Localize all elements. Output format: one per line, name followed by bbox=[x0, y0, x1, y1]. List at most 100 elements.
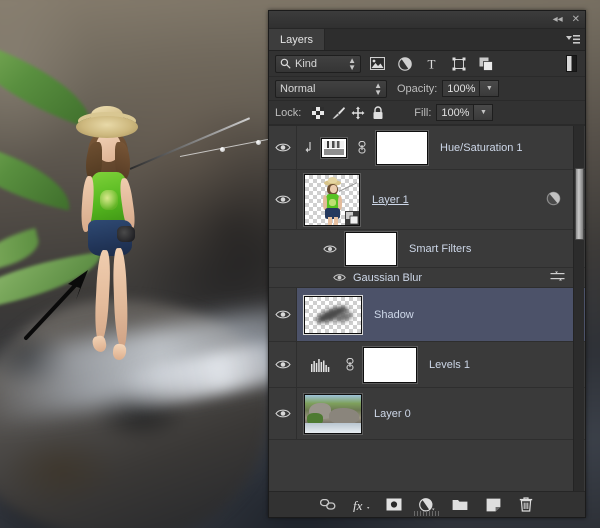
filter-shape-layers[interactable] bbox=[448, 54, 469, 74]
trash-icon bbox=[519, 497, 533, 512]
lock-position[interactable] bbox=[348, 103, 368, 123]
filter-adjustment-layers[interactable] bbox=[394, 54, 415, 74]
panel-menu-icon[interactable] bbox=[561, 29, 585, 50]
eye-icon bbox=[274, 310, 291, 319]
blend-mode-value: Normal bbox=[280, 82, 316, 95]
link-layers-button[interactable] bbox=[319, 496, 337, 514]
adjustment-circle-icon bbox=[397, 56, 412, 71]
scrollbar-thumb[interactable] bbox=[575, 168, 584, 240]
move-icon bbox=[351, 106, 365, 119]
filter-pixel-layers[interactable] bbox=[367, 54, 388, 74]
layer-thumbnail[interactable] bbox=[304, 295, 362, 334]
lock-transparent-pixels[interactable] bbox=[308, 103, 328, 123]
filter-smart-objects[interactable] bbox=[475, 54, 496, 74]
blend-mode-select[interactable]: Normal ▲ ▼ bbox=[275, 79, 387, 98]
layers-panel: ◂◂ ✕ Layers Kind ▲ ▼ T Normal ▲ ▼ Opacit… bbox=[268, 10, 586, 518]
opacity-slider-arrow[interactable]: ▼ bbox=[480, 80, 500, 97]
lock-image-pixels[interactable] bbox=[328, 103, 348, 123]
adjustment-circle-icon bbox=[419, 497, 435, 512]
chevron-updown-icon: ▲ ▼ bbox=[348, 55, 356, 72]
filter-settings-icon[interactable] bbox=[550, 270, 565, 286]
clipping-mask-icon bbox=[297, 141, 321, 154]
delete-layer-button[interactable] bbox=[517, 496, 535, 514]
layer-name[interactable]: Hue/Saturation 1 bbox=[440, 142, 523, 154]
resize-grip[interactable] bbox=[414, 511, 440, 516]
layer-mask-thumbnail[interactable] bbox=[363, 346, 417, 383]
visibility-cell[interactable] bbox=[269, 388, 297, 439]
layer-row-smart-filters[interactable]: Smart Filters bbox=[269, 230, 585, 268]
layer-row-layer-1[interactable]: Layer 1 bbox=[269, 170, 585, 230]
straw-hat bbox=[76, 116, 138, 138]
shirt-print bbox=[100, 190, 118, 210]
layer-name[interactable]: Levels 1 bbox=[429, 359, 470, 371]
search-icon bbox=[280, 58, 291, 69]
lock-all[interactable] bbox=[368, 103, 388, 123]
type-icon: T bbox=[428, 57, 436, 70]
tab-layers-label: Layers bbox=[280, 33, 314, 46]
visibility-cell[interactable] bbox=[269, 170, 297, 229]
add-layer-style-button[interactable]: fx bbox=[352, 496, 370, 514]
fill-slider-arrow[interactable]: ▼ bbox=[474, 104, 494, 121]
eye-icon bbox=[274, 360, 291, 369]
layer-row-gaussian-blur[interactable]: Gaussian Blur bbox=[269, 268, 585, 288]
layer-row-shadow[interactable]: Shadow bbox=[269, 288, 585, 342]
layer-list[interactable]: Hue/Saturation 1 Layer 1 Smart Filters G… bbox=[269, 125, 585, 491]
image-icon bbox=[370, 57, 385, 70]
app-root: ◂◂ ✕ Layers Kind ▲ ▼ T Normal ▲ ▼ Opacit… bbox=[0, 0, 600, 528]
spacer-cell bbox=[269, 268, 297, 287]
link-icon bbox=[320, 499, 336, 510]
folder-icon bbox=[452, 500, 468, 510]
mask-icon bbox=[386, 498, 402, 511]
layer-row-layer-0[interactable]: Layer 0 bbox=[269, 388, 585, 440]
fishing-reel bbox=[117, 226, 135, 242]
layer-row-hue-saturation[interactable]: Hue/Saturation 1 bbox=[269, 126, 585, 170]
mask-link-icon[interactable] bbox=[343, 358, 357, 371]
spacer-cell bbox=[269, 230, 297, 267]
layer-mask-thumbnail[interactable] bbox=[376, 130, 428, 165]
lock-bar: Lock: Fill: 100% ▼ bbox=[269, 101, 585, 125]
svg-text:T: T bbox=[428, 57, 436, 70]
visibility-cell[interactable] bbox=[269, 342, 297, 387]
layer-thumbnail[interactable] bbox=[304, 173, 360, 226]
line-bead bbox=[256, 140, 261, 145]
mask-link-icon[interactable] bbox=[355, 141, 369, 154]
panel-titlebar: ◂◂ ✕ bbox=[269, 11, 585, 29]
close-icon[interactable]: ✕ bbox=[572, 14, 580, 25]
eye-icon bbox=[323, 245, 337, 252]
layer-name[interactable]: Layer 1 bbox=[372, 194, 409, 206]
eye-icon bbox=[332, 274, 346, 281]
layer-list-scrollbar[interactable] bbox=[573, 126, 584, 491]
tab-row-spacer bbox=[325, 29, 561, 50]
filter-enable-toggle[interactable] bbox=[566, 55, 577, 72]
visibility-cell[interactable] bbox=[269, 126, 297, 169]
add-layer-mask-button[interactable] bbox=[385, 496, 403, 514]
black-arrow-annotation bbox=[24, 270, 88, 340]
layer-thumbnail[interactable] bbox=[304, 393, 362, 434]
smart-filter-mask-thumbnail[interactable] bbox=[345, 231, 397, 266]
opacity-label: Opacity: bbox=[397, 82, 438, 95]
new-layer-button[interactable] bbox=[484, 496, 502, 514]
visibility-cell[interactable] bbox=[319, 244, 341, 254]
layer-row-levels[interactable]: Levels 1 bbox=[269, 342, 585, 388]
filter-kind-select[interactable]: Kind ▲ ▼ bbox=[275, 54, 361, 73]
layer-name[interactable]: Smart Filters bbox=[409, 243, 471, 255]
hue-saturation-icon[interactable] bbox=[321, 137, 347, 158]
filter-type-layers[interactable]: T bbox=[421, 54, 442, 74]
new-layer-icon bbox=[486, 498, 500, 511]
layer-name[interactable]: Shadow bbox=[374, 309, 414, 321]
layer-name[interactable]: Layer 0 bbox=[374, 408, 411, 420]
new-group-button[interactable] bbox=[451, 496, 469, 514]
eye-icon bbox=[274, 143, 291, 152]
chevron-updown-icon: ▲ ▼ bbox=[374, 80, 382, 97]
visibility-cell[interactable] bbox=[269, 288, 297, 341]
tab-layers[interactable]: Layers bbox=[269, 29, 326, 50]
collapse-icon[interactable]: ◂◂ bbox=[553, 14, 563, 25]
shape-icon bbox=[452, 57, 465, 70]
effects-indicator-icon[interactable] bbox=[546, 191, 561, 209]
visibility-cell[interactable] bbox=[329, 273, 349, 282]
levels-histogram-icon[interactable] bbox=[297, 358, 343, 372]
fill-input[interactable]: 100% bbox=[436, 104, 475, 121]
opacity-input[interactable]: 100% bbox=[442, 80, 481, 97]
checkerboard-icon bbox=[312, 106, 325, 119]
layer-name[interactable]: Gaussian Blur bbox=[353, 272, 422, 284]
